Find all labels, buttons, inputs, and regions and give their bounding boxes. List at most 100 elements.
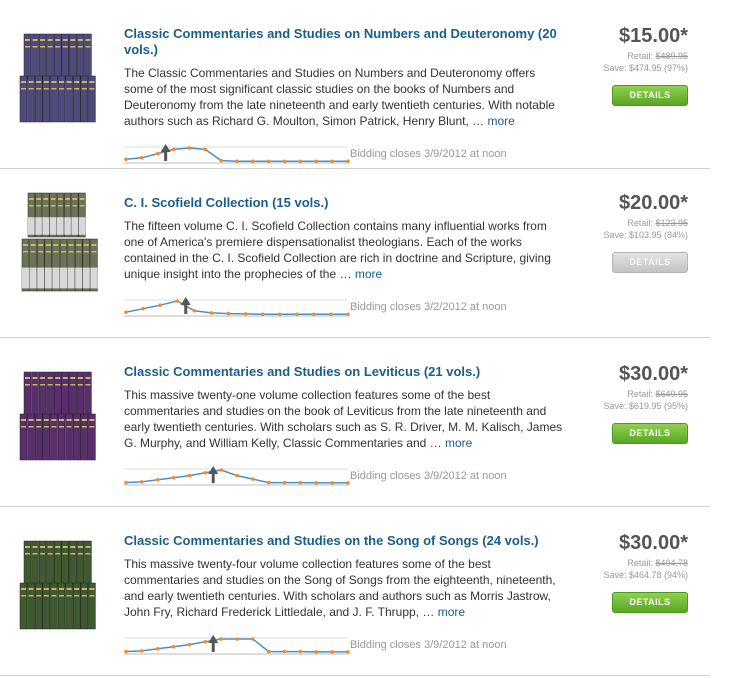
sparkline-point bbox=[203, 471, 208, 475]
retail-price: Retail: $649.95 bbox=[627, 389, 688, 399]
product-description: This massive twenty-four volume collecti… bbox=[124, 556, 564, 620]
sparkline-point bbox=[277, 312, 282, 317]
bidding-closes-text: Bidding closes 3/2/2012 at noon bbox=[350, 301, 507, 313]
sparkline-point bbox=[282, 480, 287, 485]
retail-price: Retail: $494.78 bbox=[627, 558, 688, 568]
sparkline-point bbox=[192, 309, 197, 313]
sparkline-point bbox=[294, 312, 299, 317]
product-item: Classic Commentaries and Studies on Levi… bbox=[0, 338, 710, 507]
sparkline-point bbox=[187, 473, 192, 478]
sale-price: $20.00* bbox=[619, 192, 688, 214]
bid-sparkline bbox=[124, 294, 352, 318]
bidding-closes-text: Bidding closes 3/9/2012 at noon bbox=[350, 470, 507, 482]
details-button[interactable]: DETAILS bbox=[612, 85, 688, 106]
bid-sparkline bbox=[124, 632, 352, 656]
sparkline-point bbox=[243, 312, 248, 316]
sparkline-point bbox=[298, 159, 303, 164]
sparkline-point bbox=[158, 303, 162, 307]
product-thumbnail[interactable] bbox=[18, 533, 96, 637]
product-item: C. I. Scofield Collection (15 vols.) The … bbox=[0, 169, 710, 338]
sparkline-point bbox=[203, 147, 208, 152]
sparkline-point bbox=[314, 481, 319, 485]
sparkline-point bbox=[282, 159, 287, 164]
product-thumbnail[interactable] bbox=[18, 26, 96, 130]
sparkline-point bbox=[171, 644, 176, 649]
details-button[interactable]: DETAILS bbox=[612, 252, 688, 273]
sparkline-point bbox=[140, 649, 144, 653]
product-item: Classic Commentaries and Studies on the … bbox=[0, 507, 710, 676]
sparkline-point bbox=[312, 312, 316, 317]
retail-label: Retail: bbox=[627, 218, 653, 228]
product-description: The Classic Commentaries and Studies on … bbox=[124, 65, 564, 129]
sparkline-point bbox=[124, 157, 128, 161]
more-link[interactable]: more bbox=[438, 605, 465, 619]
sparkline-point bbox=[330, 159, 334, 164]
bid-sparkline bbox=[124, 463, 352, 487]
sparkline-point bbox=[314, 159, 319, 164]
savings-text: Save: $103.95 (84%) bbox=[603, 230, 688, 240]
sparkline-point bbox=[124, 310, 128, 314]
sale-price: $30.00* bbox=[619, 532, 688, 554]
retail-value: $123.95 bbox=[655, 218, 688, 228]
sparkline-point bbox=[226, 311, 231, 316]
description-text: This massive twenty-one volume collectio… bbox=[124, 388, 563, 450]
sparkline-point bbox=[219, 468, 223, 472]
sparkline-point bbox=[251, 159, 255, 164]
product-thumbnail[interactable] bbox=[18, 364, 96, 468]
savings-text: Save: $474.95 (97%) bbox=[603, 63, 688, 73]
more-link[interactable]: more bbox=[445, 436, 472, 450]
retail-price: Retail: $123.95 bbox=[627, 218, 688, 228]
sparkline-point bbox=[266, 159, 271, 164]
sparkline-point bbox=[187, 146, 192, 150]
sparkline-point bbox=[251, 477, 255, 481]
product-title-link[interactable]: Classic Commentaries and Studies on Levi… bbox=[124, 364, 574, 380]
sale-price: $30.00* bbox=[619, 363, 688, 385]
sparkline-point bbox=[346, 312, 350, 317]
sparkline-point bbox=[235, 159, 239, 164]
sparkline-point bbox=[209, 311, 214, 315]
product-description: The fifteen volume C. I. Scofield Collec… bbox=[124, 218, 564, 282]
sparkline-point bbox=[314, 650, 319, 654]
sparkline-point bbox=[171, 475, 176, 480]
retail-value: $489.95 bbox=[655, 51, 688, 61]
product-title-link[interactable]: Classic Commentaries and Studies on the … bbox=[124, 533, 574, 549]
retail-price: Retail: $489.95 bbox=[627, 51, 688, 61]
retail-label: Retail: bbox=[627, 389, 653, 399]
retail-label: Retail: bbox=[627, 558, 653, 568]
details-button[interactable]: DETAILS bbox=[612, 423, 688, 444]
product-item: Classic Commentaries and Studies on Numb… bbox=[0, 0, 710, 169]
bidding-closes-text: Bidding closes 3/9/2012 at noon bbox=[350, 639, 507, 651]
sparkline-point bbox=[155, 151, 160, 156]
sparkline-point bbox=[330, 481, 334, 485]
sparkline-point bbox=[219, 158, 223, 163]
sparkline-point bbox=[141, 306, 145, 311]
sparkline-point bbox=[329, 312, 333, 317]
description-text: This massive twenty-four volume collecti… bbox=[124, 557, 556, 619]
retail-value: $494.78 bbox=[655, 558, 688, 568]
product-thumbnail[interactable] bbox=[18, 191, 98, 295]
sparkline-point bbox=[187, 642, 192, 647]
sparkline-point bbox=[203, 640, 208, 644]
sparkline-point bbox=[282, 649, 287, 654]
product-title-link[interactable]: Classic Commentaries and Studies on Numb… bbox=[124, 26, 574, 58]
sparkline-point bbox=[251, 637, 255, 641]
product-title-link[interactable]: C. I. Scofield Collection (15 vols.) bbox=[124, 195, 574, 211]
more-link[interactable]: more bbox=[488, 114, 515, 128]
sparkline-point bbox=[298, 480, 303, 485]
sparkline-point bbox=[155, 478, 160, 482]
sparkline-point bbox=[330, 650, 334, 654]
product-description: This massive twenty-one volume collectio… bbox=[124, 387, 564, 451]
more-link[interactable]: more bbox=[355, 267, 382, 281]
sparkline-point bbox=[124, 649, 128, 654]
sparkline-point bbox=[235, 473, 239, 478]
sparkline-point bbox=[140, 480, 144, 484]
sparkline-point bbox=[346, 159, 350, 164]
sparkline-point bbox=[171, 147, 176, 152]
details-button[interactable]: DETAILS bbox=[612, 592, 688, 613]
sparkline-point bbox=[219, 637, 223, 641]
savings-text: Save: $464.78 (94%) bbox=[603, 570, 688, 580]
retail-value: $649.95 bbox=[655, 389, 688, 399]
sparkline-point bbox=[266, 480, 271, 485]
sparkline-point bbox=[155, 647, 160, 651]
sparkline-point bbox=[266, 649, 271, 654]
